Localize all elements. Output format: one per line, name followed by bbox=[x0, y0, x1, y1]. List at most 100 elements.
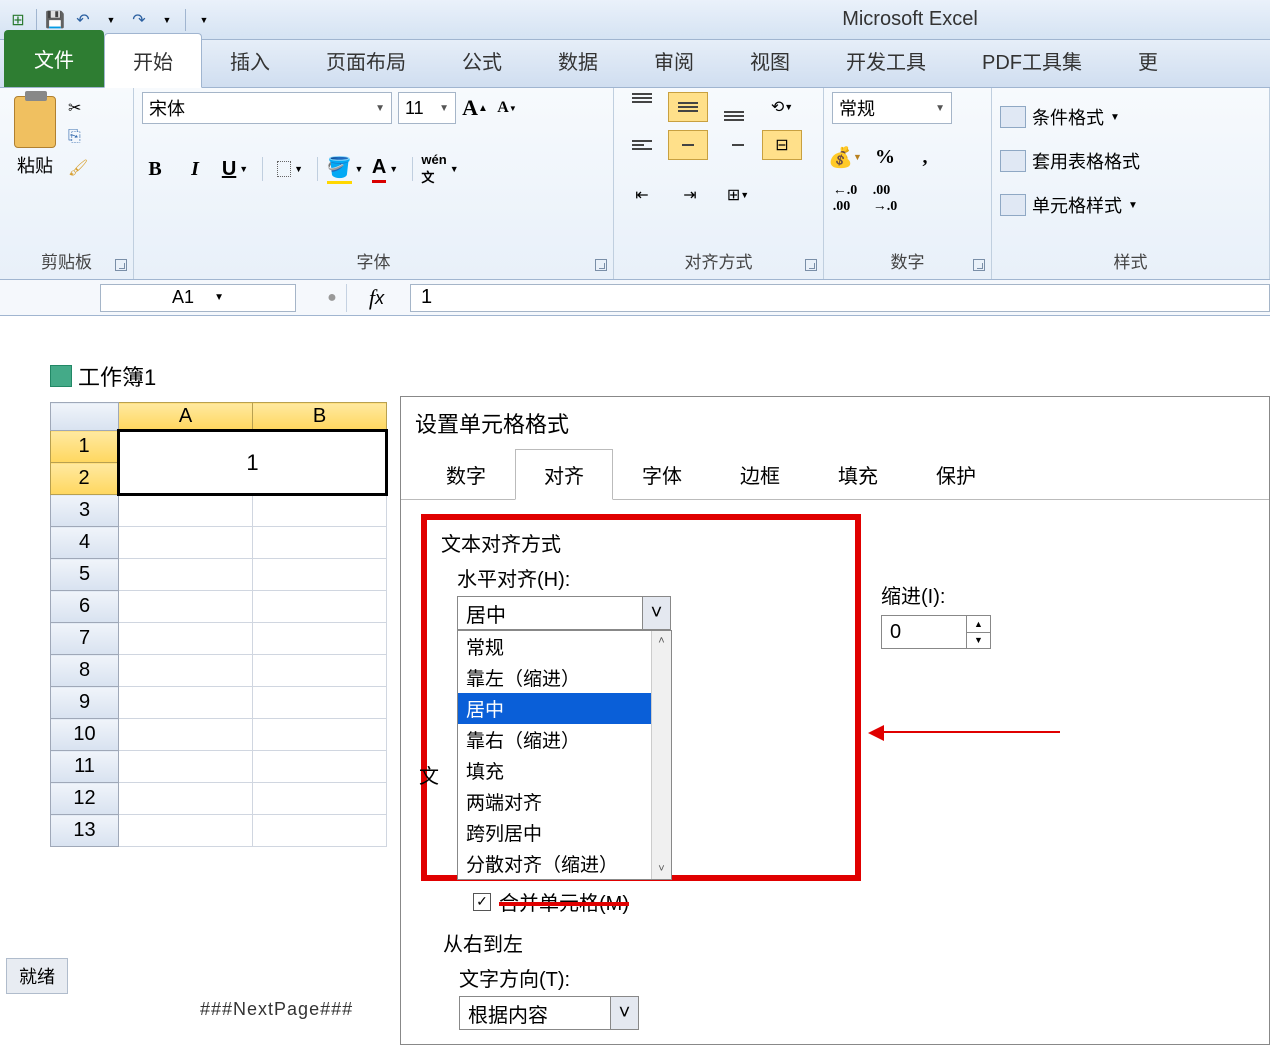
halign-opt-justify[interactable]: 两端对齐 bbox=[458, 786, 671, 817]
cell[interactable] bbox=[119, 815, 253, 847]
undo-icon[interactable]: ↶ bbox=[73, 10, 93, 30]
accounting-button[interactable]: 💰▼ bbox=[832, 144, 858, 170]
select-all-corner[interactable] bbox=[51, 403, 119, 431]
indent-input[interactable]: 0 ▲▼ bbox=[881, 615, 991, 649]
cell[interactable] bbox=[119, 783, 253, 815]
decrease-decimal-button[interactable]: .00→.0 bbox=[872, 186, 898, 212]
number-format-combo[interactable]: 常规▼ bbox=[832, 92, 952, 124]
name-box-dd-icon[interactable]: ▼ bbox=[214, 292, 224, 303]
halign-opt-fill[interactable]: 填充 bbox=[458, 755, 671, 786]
dlg-tab-font[interactable]: 字体 bbox=[613, 449, 711, 499]
halign-opt-right[interactable]: 靠右（缩进） bbox=[458, 724, 671, 755]
tab-review[interactable]: 审阅 bbox=[626, 34, 722, 87]
tab-view[interactable]: 视图 bbox=[722, 34, 818, 87]
row-header-10[interactable]: 10 bbox=[51, 719, 119, 751]
tab-formulas[interactable]: 公式 bbox=[434, 34, 530, 87]
align-left-button[interactable] bbox=[622, 130, 662, 160]
clipboard-launcher[interactable] bbox=[115, 259, 127, 271]
wrap-text-button[interactable]: ⊟ bbox=[762, 130, 802, 160]
underline-button[interactable]: U▼ bbox=[222, 156, 248, 182]
merge-center-button[interactable]: ⊞▼ bbox=[718, 180, 758, 210]
cell[interactable] bbox=[119, 687, 253, 719]
cell[interactable] bbox=[253, 815, 387, 847]
row-header-6[interactable]: 6 bbox=[51, 591, 119, 623]
format-painter-icon[interactable]: 🖌 bbox=[68, 158, 92, 178]
dlg-tab-number[interactable]: 数字 bbox=[417, 449, 515, 499]
tab-pdf-tools[interactable]: PDF工具集 bbox=[954, 34, 1110, 87]
decrease-font-icon[interactable]: A▼ bbox=[494, 95, 520, 121]
tab-insert[interactable]: 插入 bbox=[202, 34, 298, 87]
row-header-2[interactable]: 2 bbox=[51, 463, 119, 495]
phonetic-button[interactable]: wén文▼ bbox=[427, 156, 453, 182]
copy-icon[interactable]: ⎘ bbox=[68, 128, 92, 148]
halign-opt-center-across[interactable]: 跨列居中 bbox=[458, 817, 671, 848]
dlg-tab-border[interactable]: 边框 bbox=[711, 449, 809, 499]
col-header-b[interactable]: B bbox=[253, 403, 387, 431]
cell[interactable] bbox=[119, 623, 253, 655]
tab-developer[interactable]: 开发工具 bbox=[818, 34, 954, 87]
row-header-1[interactable]: 1 bbox=[51, 431, 119, 463]
font-size-combo[interactable]: 11▼ bbox=[398, 92, 456, 124]
row-header-9[interactable]: 9 bbox=[51, 687, 119, 719]
align-right-button[interactable] bbox=[714, 130, 754, 160]
tab-page-layout[interactable]: 页面布局 bbox=[298, 34, 434, 87]
redo-dd-icon[interactable]: ▼ bbox=[157, 10, 177, 30]
halign-opt-left[interactable]: 靠左（缩进） bbox=[458, 662, 671, 693]
row-header-12[interactable]: 12 bbox=[51, 783, 119, 815]
cell[interactable] bbox=[253, 719, 387, 751]
selected-range[interactable]: 1 bbox=[119, 431, 387, 495]
comma-button[interactable]: , bbox=[912, 144, 938, 170]
halign-dropdown-button[interactable]: ˅ bbox=[642, 597, 670, 629]
paste-button[interactable]: 粘贴 bbox=[8, 92, 62, 182]
fx-button[interactable]: fx bbox=[346, 284, 406, 312]
increase-font-icon[interactable]: A▲ bbox=[462, 95, 488, 121]
align-center-button[interactable] bbox=[668, 130, 708, 160]
dlg-tab-fill[interactable]: 填充 bbox=[809, 449, 907, 499]
cell[interactable] bbox=[253, 655, 387, 687]
tab-home[interactable]: 开始 bbox=[104, 33, 202, 88]
cell[interactable] bbox=[119, 655, 253, 687]
cell[interactable] bbox=[253, 687, 387, 719]
format-as-table-button[interactable]: 套用表格格式 bbox=[1000, 148, 1140, 174]
row-header-3[interactable]: 3 bbox=[51, 495, 119, 527]
conditional-format-button[interactable]: 条件格式 ▼ bbox=[1000, 104, 1120, 130]
text-direction-select[interactable]: 根据内容 ˅ bbox=[459, 996, 639, 1030]
font-launcher[interactable] bbox=[595, 259, 607, 271]
align-top-button[interactable] bbox=[622, 92, 662, 122]
formula-input[interactable] bbox=[410, 284, 1270, 312]
cell[interactable] bbox=[119, 591, 253, 623]
col-header-a[interactable]: A bbox=[119, 403, 253, 431]
cell[interactable] bbox=[253, 591, 387, 623]
cell[interactable] bbox=[119, 495, 253, 527]
cancel-formula-icon[interactable]: ● bbox=[318, 289, 346, 307]
cell[interactable] bbox=[119, 527, 253, 559]
italic-button[interactable]: I bbox=[182, 156, 208, 182]
border-button[interactable]: ▼ bbox=[277, 156, 303, 182]
tab-file[interactable]: 文件 bbox=[4, 30, 104, 87]
font-name-combo[interactable]: 宋体▼ bbox=[142, 92, 392, 124]
cell[interactable] bbox=[119, 559, 253, 591]
excel-app-icon[interactable]: ⊞ bbox=[8, 10, 28, 30]
font-color-button[interactable]: A▼ bbox=[372, 156, 398, 182]
increase-indent-button[interactable]: ⇥ bbox=[670, 180, 710, 210]
halign-opt-center[interactable]: 居中 bbox=[458, 693, 671, 724]
bold-button[interactable]: B bbox=[142, 156, 168, 182]
horizontal-align-select[interactable]: 居中 ˅ 常规 靠左（缩进） 居中 靠右（缩进） 填充 两端对齐 跨列居中 分散… bbox=[457, 596, 671, 630]
save-icon[interactable]: 💾 bbox=[45, 10, 65, 30]
dlg-tab-alignment[interactable]: 对齐 bbox=[515, 449, 613, 500]
dlg-tab-protection[interactable]: 保护 bbox=[907, 449, 1005, 499]
align-bottom-button[interactable] bbox=[714, 92, 754, 122]
increase-decimal-button[interactable]: ←.0.00 bbox=[832, 186, 858, 212]
row-header-8[interactable]: 8 bbox=[51, 655, 119, 687]
orientation-button[interactable]: ⟲▼ bbox=[762, 92, 802, 122]
fill-color-button[interactable]: 🪣▼ bbox=[332, 156, 358, 182]
row-header-7[interactable]: 7 bbox=[51, 623, 119, 655]
name-box[interactable]: A1▼ bbox=[100, 284, 296, 312]
tab-data[interactable]: 数据 bbox=[530, 34, 626, 87]
cell[interactable] bbox=[253, 559, 387, 591]
tab-more[interactable]: 更 bbox=[1110, 34, 1186, 87]
row-header-5[interactable]: 5 bbox=[51, 559, 119, 591]
cell[interactable] bbox=[253, 783, 387, 815]
halign-opt-general[interactable]: 常规 bbox=[458, 631, 671, 662]
cell[interactable] bbox=[119, 751, 253, 783]
